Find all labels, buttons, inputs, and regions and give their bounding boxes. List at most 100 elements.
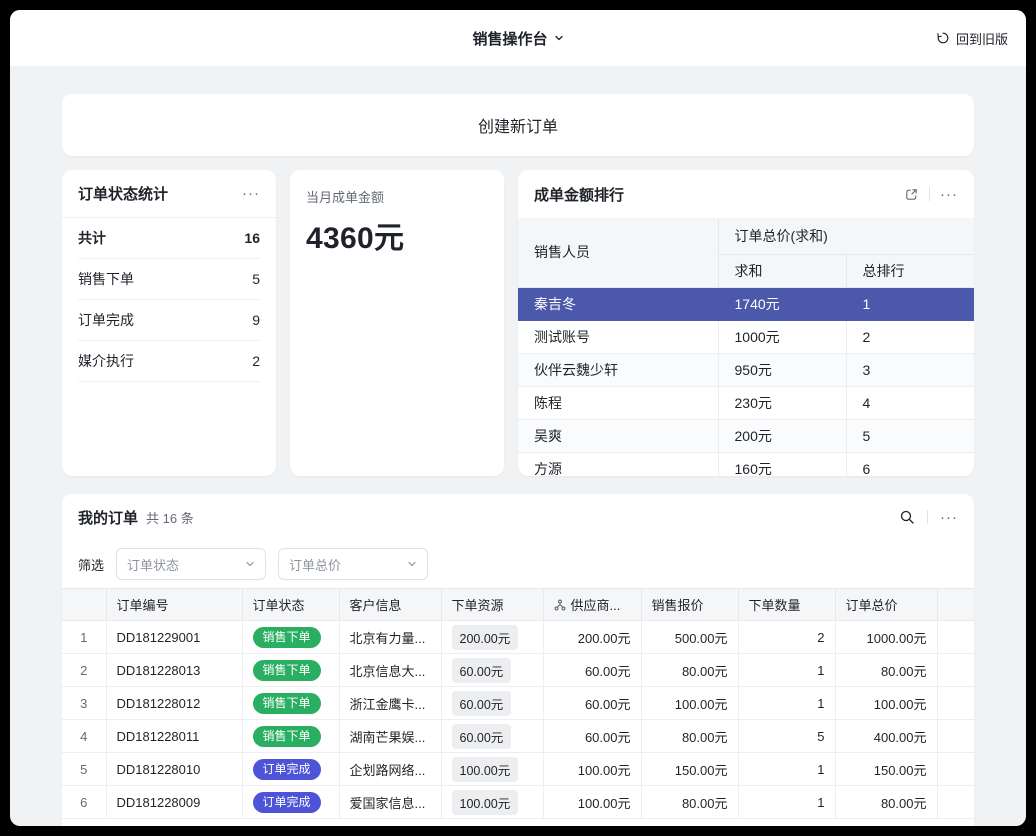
sales-quote: 80.00元 (641, 786, 738, 819)
ranking-row[interactable]: 测试账号 1000元 2 (518, 320, 974, 353)
supplier-quote: 60.00元 (543, 687, 641, 720)
row-index: 1 (62, 621, 106, 654)
back-to-old-version-button[interactable]: 回到旧版 (936, 10, 1008, 66)
resource-pill: 200.00元 (452, 625, 519, 650)
status-row[interactable]: 媒介执行 2 (78, 341, 260, 382)
supplier-quote: 100.00元 (543, 786, 641, 819)
amount-title: 当月成单金额 (306, 187, 488, 206)
status-list: 共计 16 销售下单 5 订单完成 9 媒介执行 2 (62, 218, 276, 382)
order-no: DD181228010 (106, 753, 242, 786)
more-icon[interactable]: ··· (940, 187, 958, 202)
resource-cell: 60.00元 (441, 654, 543, 687)
order-no: DD181228009 (106, 786, 242, 819)
card-header: 订单状态统计 ··· (62, 170, 276, 218)
rank-value: 2 (846, 320, 974, 353)
sum-value: 160元 (718, 452, 846, 476)
status-row[interactable]: 订单完成 9 (78, 300, 260, 341)
sales-quote: 80.00元 (641, 654, 738, 687)
ranking-row[interactable]: 伙伴云魏少轩 950元 3 (518, 353, 974, 386)
export-icon[interactable] (904, 187, 919, 202)
order-total: 100.00元 (835, 687, 937, 720)
col-header-sum: 求和 (718, 254, 846, 287)
card-header: 成单金额排行 ··· (518, 170, 974, 218)
status-badge: 销售下单 (253, 627, 321, 648)
ranking-row[interactable]: 方源 160元 6 (518, 452, 974, 476)
status-row[interactable]: 销售下单 5 (78, 259, 260, 300)
restore-icon (936, 31, 950, 45)
order-status-cell: 销售下单 (242, 720, 339, 753)
resource-cell: 100.00元 (441, 753, 543, 786)
order-status-cell: 销售下单 (242, 654, 339, 687)
order-total: 1000.00元 (835, 621, 937, 654)
order-status-filter-select[interactable]: 订单状态 (116, 548, 266, 580)
orders-card-header: 我的订单 共 16 条 ··· (62, 494, 974, 540)
amount-value: 4360元 (306, 213, 488, 257)
ranking-row[interactable]: 陈程 230元 4 (518, 386, 974, 419)
sum-value: 1000元 (718, 320, 846, 353)
order-status-cell: 订单完成 (242, 753, 339, 786)
order-qty: 1 (738, 654, 835, 687)
order-status-cell: 销售下单 (242, 621, 339, 654)
row-index: 2 (62, 654, 106, 687)
order-total-filter-select[interactable]: 订单总价 (278, 548, 428, 580)
order-status-cell: 订单完成 (242, 786, 339, 819)
order-no: DD181228011 (106, 720, 242, 753)
col-header-quote: 销售报价 (641, 589, 738, 621)
order-no: DD181229001 (106, 621, 242, 654)
create-order-label: 创建新订单 (478, 113, 558, 137)
order-qty: 1 (738, 753, 835, 786)
col-header-order-no: 订单编号 (106, 589, 242, 621)
order-row[interactable]: 1 DD181229001 销售下单 北京有力量... 200.00元 200.… (62, 621, 974, 654)
customer-info: 湖南芒果娱... (339, 720, 441, 753)
ranking-row[interactable]: 吴爽 200元 5 (518, 419, 974, 452)
dashboard-cards-row: 订单状态统计 ··· 共计 16 销售下单 5 订单完成 9 (62, 170, 974, 476)
col-header-rank: 总排行 (846, 254, 974, 287)
filler-cell (937, 654, 974, 687)
resource-cell: 60.00元 (441, 720, 543, 753)
resource-cell: 60.00元 (441, 687, 543, 720)
more-icon[interactable]: ··· (940, 510, 958, 525)
resource-pill: 60.00元 (452, 658, 512, 683)
order-total: 400.00元 (835, 720, 937, 753)
filter-label: 筛选 (78, 555, 104, 574)
more-icon[interactable]: ··· (242, 186, 260, 201)
back-to-old-version-label: 回到旧版 (956, 29, 1008, 48)
person-name: 方源 (518, 452, 718, 476)
rank-value: 4 (846, 386, 974, 419)
status-label: 订单完成 (78, 310, 134, 330)
status-label: 共计 (78, 228, 106, 248)
card-title: 订单状态统计 (78, 183, 168, 204)
order-total: 150.00元 (835, 753, 937, 786)
person-name: 伙伴云魏少轩 (518, 353, 718, 386)
app-window: 销售操作台 回到旧版 创建新订单 订单状态统计 ··· (10, 10, 1026, 826)
sum-value: 1740元 (718, 287, 846, 320)
orders-table-header-row: 订单编号 订单状态 客户信息 下单资源 供应商... (62, 589, 974, 621)
sales-quote: 150.00元 (641, 753, 738, 786)
sales-quote: 80.00元 (641, 720, 738, 753)
order-qty: 2 (738, 621, 835, 654)
filler-column-header (937, 589, 974, 621)
relation-icon (554, 599, 566, 611)
row-index: 3 (62, 687, 106, 720)
create-order-button[interactable]: 创建新订单 (62, 94, 974, 156)
person-name: 测试账号 (518, 320, 718, 353)
filler-cell (937, 621, 974, 654)
customer-info: 北京信息大... (339, 654, 441, 687)
order-row[interactable]: 2 DD181228013 销售下单 北京信息大... 60.00元 60.00… (62, 654, 974, 687)
order-row[interactable]: 5 DD181228010 订单完成 企划路网络... 100.00元 100.… (62, 753, 974, 786)
supplier-quote: 200.00元 (543, 621, 641, 654)
customer-info: 浙江金鹰卡... (339, 687, 441, 720)
status-row-total[interactable]: 共计 16 (78, 218, 260, 259)
order-row[interactable]: 6 DD181228009 订单完成 爱国家信息... 100.00元 100.… (62, 786, 974, 819)
filter-row: 筛选 订单状态 订单总价 (62, 540, 974, 588)
resource-cell: 100.00元 (441, 786, 543, 819)
workspace-switcher[interactable]: 销售操作台 (472, 28, 563, 49)
orders-header-actions: ··· (899, 509, 958, 525)
orders-title: 我的订单 (78, 507, 138, 528)
filler-cell (937, 786, 974, 819)
order-row[interactable]: 3 DD181228012 销售下单 浙江金鹰卡... 60.00元 60.00… (62, 687, 974, 720)
order-row[interactable]: 4 DD181228011 销售下单 湖南芒果娱... 60.00元 60.00… (62, 720, 974, 753)
page-title: 销售操作台 (472, 28, 547, 49)
ranking-row[interactable]: 秦吉冬 1740元 1 (518, 287, 974, 320)
search-icon[interactable] (899, 509, 915, 525)
